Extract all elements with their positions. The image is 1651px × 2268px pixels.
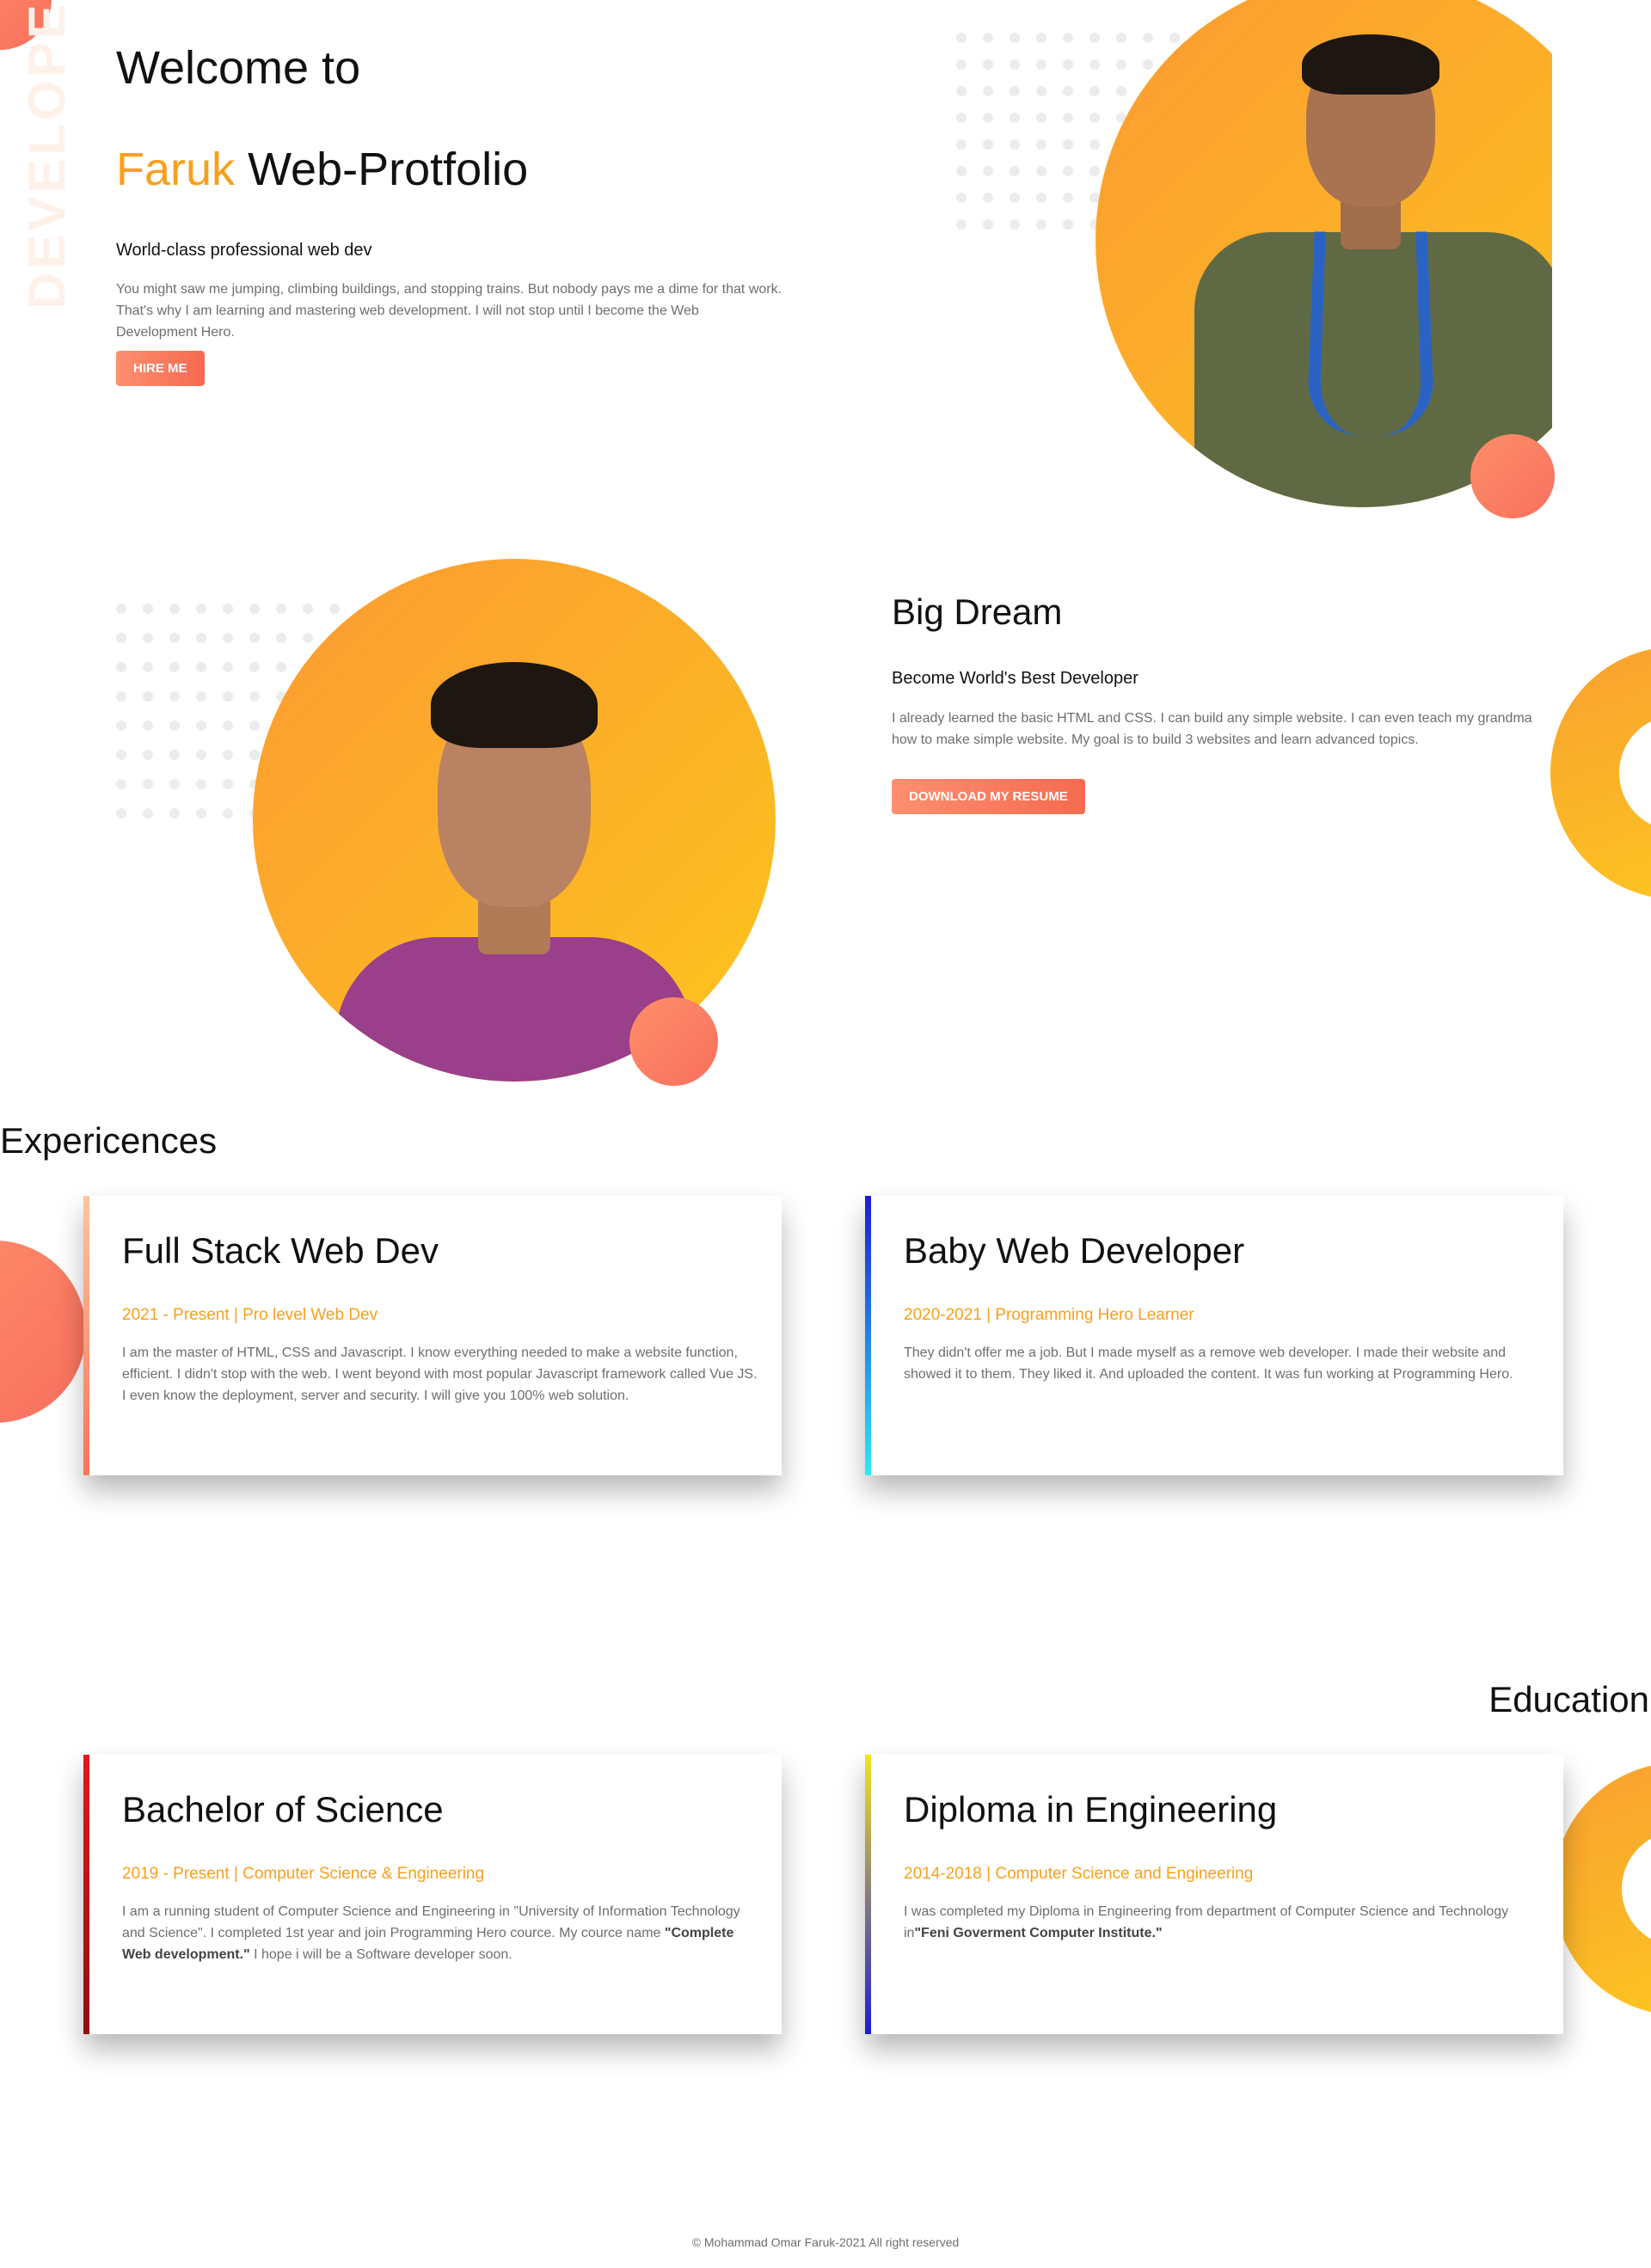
card-description: I was completed my Diploma in Engineerin…: [904, 1901, 1544, 1944]
hero-name-heading: Faruk Web-Protfolio: [116, 146, 528, 193]
dream-photo: [253, 559, 776, 1082]
hero-photo: [1096, 0, 1552, 507]
decorative-blob-hero-photo: [1470, 434, 1555, 518]
card-description-bold: "Feni Goverment Computer Institute.": [914, 1926, 1163, 1940]
welcome-text: Welcome to: [116, 42, 361, 94]
hero-person-lanyard: [1305, 231, 1436, 436]
card-title: Baby Web Developer: [904, 1230, 1245, 1271]
dream-description: I already learned the basic HTML and CSS…: [892, 711, 1532, 747]
card-accent-bar: [83, 1196, 89, 1475]
card-description-text: I hope i will be a Software developer so…: [249, 1947, 512, 1962]
experiences-heading: Expericences: [0, 1120, 218, 1161]
card-meta: 2020-2021 | Programming Hero Learner: [904, 1306, 1194, 1324]
name-accent: Faruk: [116, 144, 236, 195]
name-rest: Web-Protfolio: [248, 144, 529, 195]
dream-title: Big Dream: [892, 592, 1063, 632]
card-title: Bachelor of Science: [122, 1789, 444, 1830]
card-accent-bar: [865, 1196, 871, 1475]
dream-subtitle: Become World's Best Developer: [892, 669, 1139, 688]
card-meta: 2019 - Present | Computer Science & Engi…: [122, 1865, 485, 1883]
card-description-text: I am a running student of Computer Scien…: [122, 1904, 740, 1940]
card-accent-bar: [83, 1755, 89, 2034]
dream-person-hair: [431, 662, 598, 748]
decorative-blob-dream-photo: [629, 997, 718, 1086]
education-heading: Education: [1488, 1679, 1649, 1719]
card-meta: 2014-2018 | Computer Science and Enginee…: [904, 1865, 1254, 1883]
hire-me-button[interactable]: HIRE ME: [116, 351, 205, 386]
hero-welcome-heading: Welcome to: [116, 45, 360, 91]
education-card: Bachelor of Science 2019 - Present | Com…: [83, 1755, 782, 2034]
vertical-developer-text: DEVELOPER: [18, 0, 76, 310]
card-title: Full Stack Web Dev: [122, 1230, 439, 1271]
card-description: I am the master of HTML, CSS and Javascr…: [122, 1345, 758, 1403]
education-card: Diploma in Engineering 2014-2018 | Compu…: [865, 1755, 1563, 2034]
card-meta: 2021 - Present | Pro level Web Dev: [122, 1306, 378, 1324]
hero-description: You might saw me jumping, climbing build…: [116, 282, 783, 340]
decorative-blob-experiences-left: [0, 1241, 86, 1423]
hero-person-hair: [1302, 34, 1439, 95]
footer-copyright: © Mohammad Omar Faruk-2021 All right res…: [691, 2235, 960, 2249]
experience-card: Baby Web Developer 2020-2021 | Programmi…: [865, 1196, 1563, 1475]
card-title: Diploma in Engineering: [904, 1789, 1278, 1830]
download-resume-button[interactable]: DOWNLOAD MY RESUME: [892, 779, 1085, 814]
card-description: I am a running student of Computer Scien…: [122, 1901, 763, 1965]
experience-card: Full Stack Web Dev 2021 - Present | Pro …: [83, 1196, 782, 1475]
hero-tagline: World-class professional web dev: [116, 241, 372, 260]
decorative-ring-right: [1550, 647, 1651, 899]
decorative-ring-education-right: [1553, 1762, 1651, 2015]
card-accent-bar: [865, 1755, 871, 2034]
card-description: They didn't offer me a job. But I made m…: [904, 1345, 1513, 1382]
